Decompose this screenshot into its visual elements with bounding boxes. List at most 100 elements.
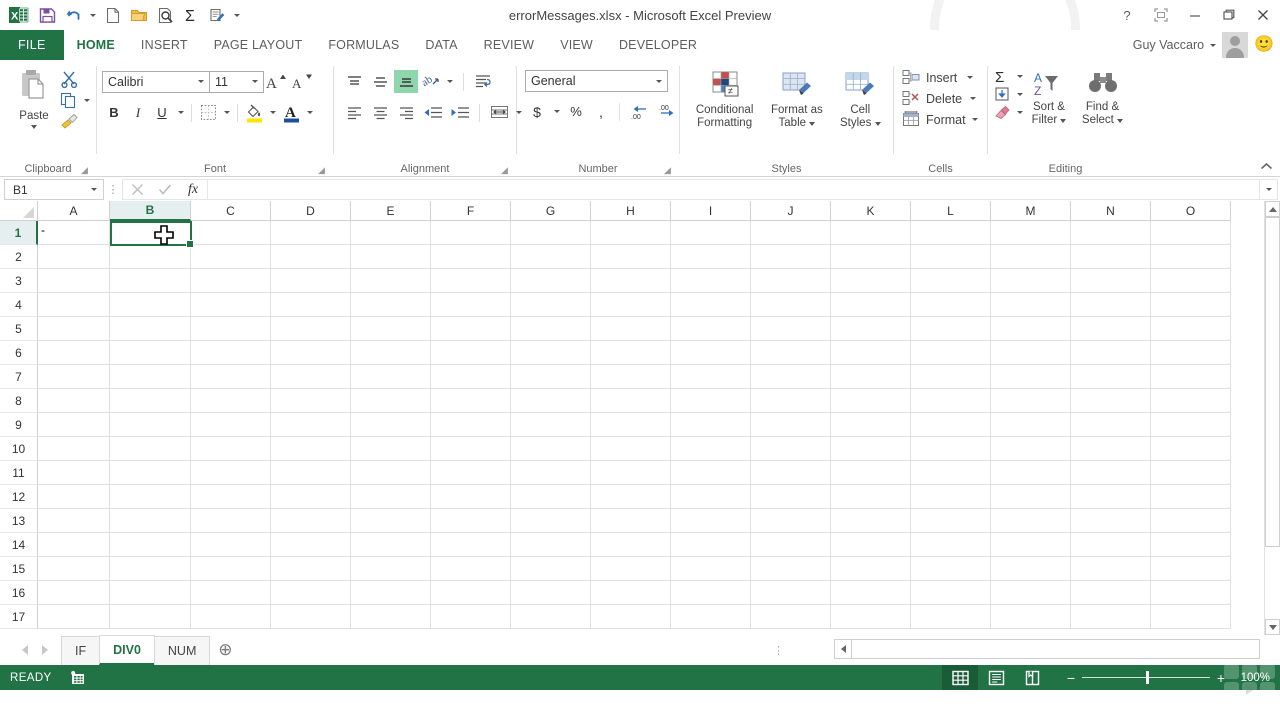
scroll-left-icon[interactable] — [834, 639, 852, 659]
cell-N9[interactable] — [1071, 413, 1151, 437]
italic-button[interactable]: I — [126, 101, 150, 124]
cell-M13[interactable] — [991, 509, 1071, 533]
cell-H8[interactable] — [591, 389, 671, 413]
cell-H10[interactable] — [591, 437, 671, 461]
scroll-up-icon[interactable] — [1265, 201, 1280, 217]
cell-B2[interactable] — [110, 245, 191, 269]
cell-J4[interactable] — [751, 293, 831, 317]
cell-E8[interactable] — [351, 389, 431, 413]
new-document-icon[interactable] — [100, 2, 126, 28]
column-header-M[interactable]: M — [991, 201, 1071, 221]
row-header-16[interactable]: 16 — [0, 581, 38, 605]
zoom-out-button[interactable]: − — [1060, 670, 1082, 686]
cell-F3[interactable] — [431, 269, 511, 293]
cell-A2[interactable] — [38, 245, 110, 269]
cell-N10[interactable] — [1071, 437, 1151, 461]
cell-B9[interactable] — [110, 413, 191, 437]
cell-C15[interactable] — [191, 557, 271, 581]
cell-M8[interactable] — [991, 389, 1071, 413]
cell-B7[interactable] — [110, 365, 191, 389]
font-dialog-launcher[interactable]: ◢ — [318, 165, 329, 176]
font-name-dropdown-icon[interactable] — [192, 72, 209, 92]
cell-N7[interactable] — [1071, 365, 1151, 389]
cell-C6[interactable] — [191, 341, 271, 365]
align-left-button[interactable] — [342, 101, 366, 124]
cell-F10[interactable] — [431, 437, 511, 461]
cell-J8[interactable] — [751, 389, 831, 413]
cell-D8[interactable] — [271, 389, 351, 413]
cell-K9[interactable] — [831, 413, 911, 437]
open-folder-icon[interactable] — [126, 2, 152, 28]
cell-B4[interactable] — [110, 293, 191, 317]
cell-I11[interactable] — [671, 461, 751, 485]
cell-A13[interactable] — [38, 509, 110, 533]
cell-O4[interactable] — [1151, 293, 1231, 317]
cell-A17[interactable] — [38, 605, 110, 629]
find-select-dropdown-icon[interactable] — [1117, 119, 1124, 123]
cell-C14[interactable] — [191, 533, 271, 557]
cell-B11[interactable] — [110, 461, 191, 485]
center-align-button[interactable] — [368, 101, 392, 124]
cell-L1[interactable] — [911, 221, 991, 245]
cell-N16[interactable] — [1071, 581, 1151, 605]
cell-F11[interactable] — [431, 461, 511, 485]
cell-L11[interactable] — [911, 461, 991, 485]
cell-F9[interactable] — [431, 413, 511, 437]
clear-button[interactable] — [994, 105, 1023, 120]
cell-B3[interactable] — [110, 269, 191, 293]
column-header-D[interactable]: D — [271, 201, 351, 221]
align-right-button[interactable] — [394, 101, 418, 124]
cell-D10[interactable] — [271, 437, 351, 461]
collapse-ribbon-icon[interactable] — [1258, 158, 1274, 174]
zoom-level-label[interactable]: 100% — [1236, 672, 1274, 684]
increase-indent-button[interactable] — [447, 101, 472, 124]
shrink-font-button[interactable]: A — [290, 70, 316, 93]
cell-N5[interactable] — [1071, 317, 1151, 341]
cell-A4[interactable] — [38, 293, 110, 317]
cell-H2[interactable] — [591, 245, 671, 269]
cell-E7[interactable] — [351, 365, 431, 389]
cell-C3[interactable] — [191, 269, 271, 293]
cell-H11[interactable] — [591, 461, 671, 485]
cell-O5[interactable] — [1151, 317, 1231, 341]
cell-L13[interactable] — [911, 509, 991, 533]
cell-A1[interactable]: - — [38, 221, 110, 245]
print-preview-icon[interactable] — [152, 2, 178, 28]
copy-dropdown-icon[interactable] — [84, 99, 90, 102]
font-color-dropdown-icon[interactable] — [303, 101, 316, 124]
cell-A11[interactable] — [38, 461, 110, 485]
cell-L12[interactable] — [911, 485, 991, 509]
number-format-dropdown-icon[interactable] — [650, 71, 667, 91]
sheet-tab-div0[interactable]: DIV0 — [99, 635, 155, 665]
cell-K16[interactable] — [831, 581, 911, 605]
cell-K3[interactable] — [831, 269, 911, 293]
cell-G12[interactable] — [511, 485, 591, 509]
cell-M16[interactable] — [991, 581, 1071, 605]
cell-G16[interactable] — [511, 581, 591, 605]
cell-A16[interactable] — [38, 581, 110, 605]
cell-I7[interactable] — [671, 365, 751, 389]
row-header-10[interactable]: 10 — [0, 437, 38, 461]
cell-N12[interactable] — [1071, 485, 1151, 509]
find-select-button[interactable]: Find & Select — [1075, 67, 1130, 129]
cell-D12[interactable] — [271, 485, 351, 509]
cell-D2[interactable] — [271, 245, 351, 269]
cell-N13[interactable] — [1071, 509, 1151, 533]
cell-B10[interactable] — [110, 437, 191, 461]
cell-A14[interactable] — [38, 533, 110, 557]
cell-L6[interactable] — [911, 341, 991, 365]
horizontal-split-handle[interactable]: ⋮ — [773, 644, 784, 657]
name-box-dropdown-icon[interactable] — [85, 188, 103, 191]
cell-A9[interactable] — [38, 413, 110, 437]
format-as-table-dropdown-icon[interactable] — [809, 122, 816, 126]
cell-F17[interactable] — [431, 605, 511, 629]
column-header-H[interactable]: H — [591, 201, 671, 221]
cell-I10[interactable] — [671, 437, 751, 461]
row-header-17[interactable]: 17 — [0, 605, 38, 629]
cell-E16[interactable] — [351, 581, 431, 605]
cell-H14[interactable] — [591, 533, 671, 557]
insert-function-icon[interactable]: fx — [179, 180, 207, 199]
column-header-B[interactable]: B — [110, 201, 191, 221]
cell-K8[interactable] — [831, 389, 911, 413]
cell-K14[interactable] — [831, 533, 911, 557]
